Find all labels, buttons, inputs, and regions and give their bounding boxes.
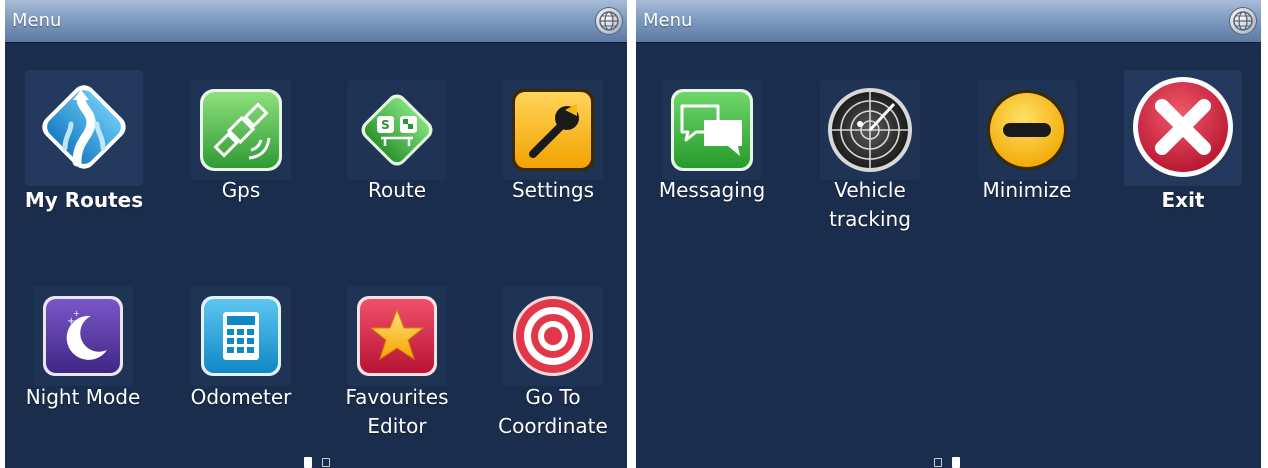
menu-item-go-to-coordinate[interactable]: Go To Coordinate (498, 286, 608, 446)
menu-item-label: Go To Coordinate (498, 385, 608, 438)
my-routes-tile (25, 70, 143, 186)
menu-item-minimize[interactable]: Minimize (977, 80, 1077, 210)
menu-title: Menu (12, 10, 62, 31)
menu-item-night-mode[interactable]: + + Night Mode (26, 286, 140, 446)
menu-item-label: Route (367, 178, 427, 202)
menu-item-label: Exit (1161, 188, 1205, 212)
night-mode-tile: + + (33, 286, 133, 386)
menu-item-my-routes[interactable]: My Routes (25, 70, 143, 220)
menu-item-label: Odometer (190, 385, 292, 409)
radar-icon (828, 88, 912, 172)
page-dot[interactable] (322, 458, 330, 467)
menu-item-odometer[interactable]: Odometer (191, 286, 291, 446)
menu-item-label: Minimize (982, 178, 1072, 202)
title-bar: Menu (636, 0, 1261, 43)
odometer-tile (191, 286, 291, 386)
gps-satellite-icon (200, 89, 282, 171)
chat-bubbles-icon (671, 89, 753, 171)
route-tile: S (347, 80, 447, 180)
menu-item-favourites-editor[interactable]: Favourites Editor (345, 286, 449, 446)
gps-tile (191, 80, 291, 180)
menu-item-label: Settings (511, 178, 595, 202)
page-indicator (934, 457, 964, 468)
menu-item-label: Vehicle tracking (829, 178, 911, 231)
vehicle-tracking-tile (820, 80, 920, 180)
menu-item-messaging[interactable]: Messaging (659, 80, 765, 210)
page-dot[interactable] (934, 458, 942, 467)
menu-item-label: Night Mode (25, 385, 141, 409)
menu-item-label: My Routes (24, 188, 144, 212)
menu-item-exit[interactable]: Exit (1124, 70, 1242, 220)
menu-item-label: Gps (221, 178, 261, 202)
my-routes-icon (42, 85, 126, 169)
close-x-icon (1133, 77, 1233, 177)
minimize-icon (987, 90, 1067, 170)
page-indicator (304, 457, 334, 468)
menu-item-label: Favourites Editor (345, 385, 449, 438)
messaging-tile (662, 80, 762, 180)
menu-title: Menu (643, 10, 693, 31)
menu-item-settings[interactable]: Settings (503, 80, 603, 210)
route-icon: S (361, 94, 433, 166)
page-dot-active[interactable] (304, 457, 312, 468)
wrench-icon (512, 89, 594, 171)
menu-item-vehicle-tracking[interactable]: Vehicle tracking (820, 80, 920, 240)
favourites-tile (347, 286, 447, 386)
globe-icon[interactable] (1230, 8, 1256, 34)
svg-text:S: S (381, 118, 390, 132)
settings-tile (503, 80, 603, 180)
globe-icon[interactable] (596, 8, 622, 34)
menu-panel-page-2: Menu Messaging Vehicle tracking Minimize… (636, 0, 1261, 468)
menu-item-route[interactable]: S Route (347, 80, 447, 210)
title-bar: Menu (5, 0, 627, 43)
svg-text:+: + (73, 309, 80, 318)
target-icon (513, 296, 593, 376)
exit-tile (1124, 70, 1242, 186)
minimize-tile (977, 80, 1077, 180)
moon-icon: + + (43, 296, 123, 376)
menu-item-gps[interactable]: Gps (191, 80, 291, 210)
go-to-coordinate-tile (503, 286, 603, 386)
page-dot-active[interactable] (952, 457, 960, 468)
menu-panel-page-1: Menu My Routes Gps S Route Settings + + … (5, 0, 627, 468)
calculator-icon (201, 296, 281, 376)
menu-item-label: Messaging (658, 178, 766, 202)
star-icon (357, 296, 437, 376)
